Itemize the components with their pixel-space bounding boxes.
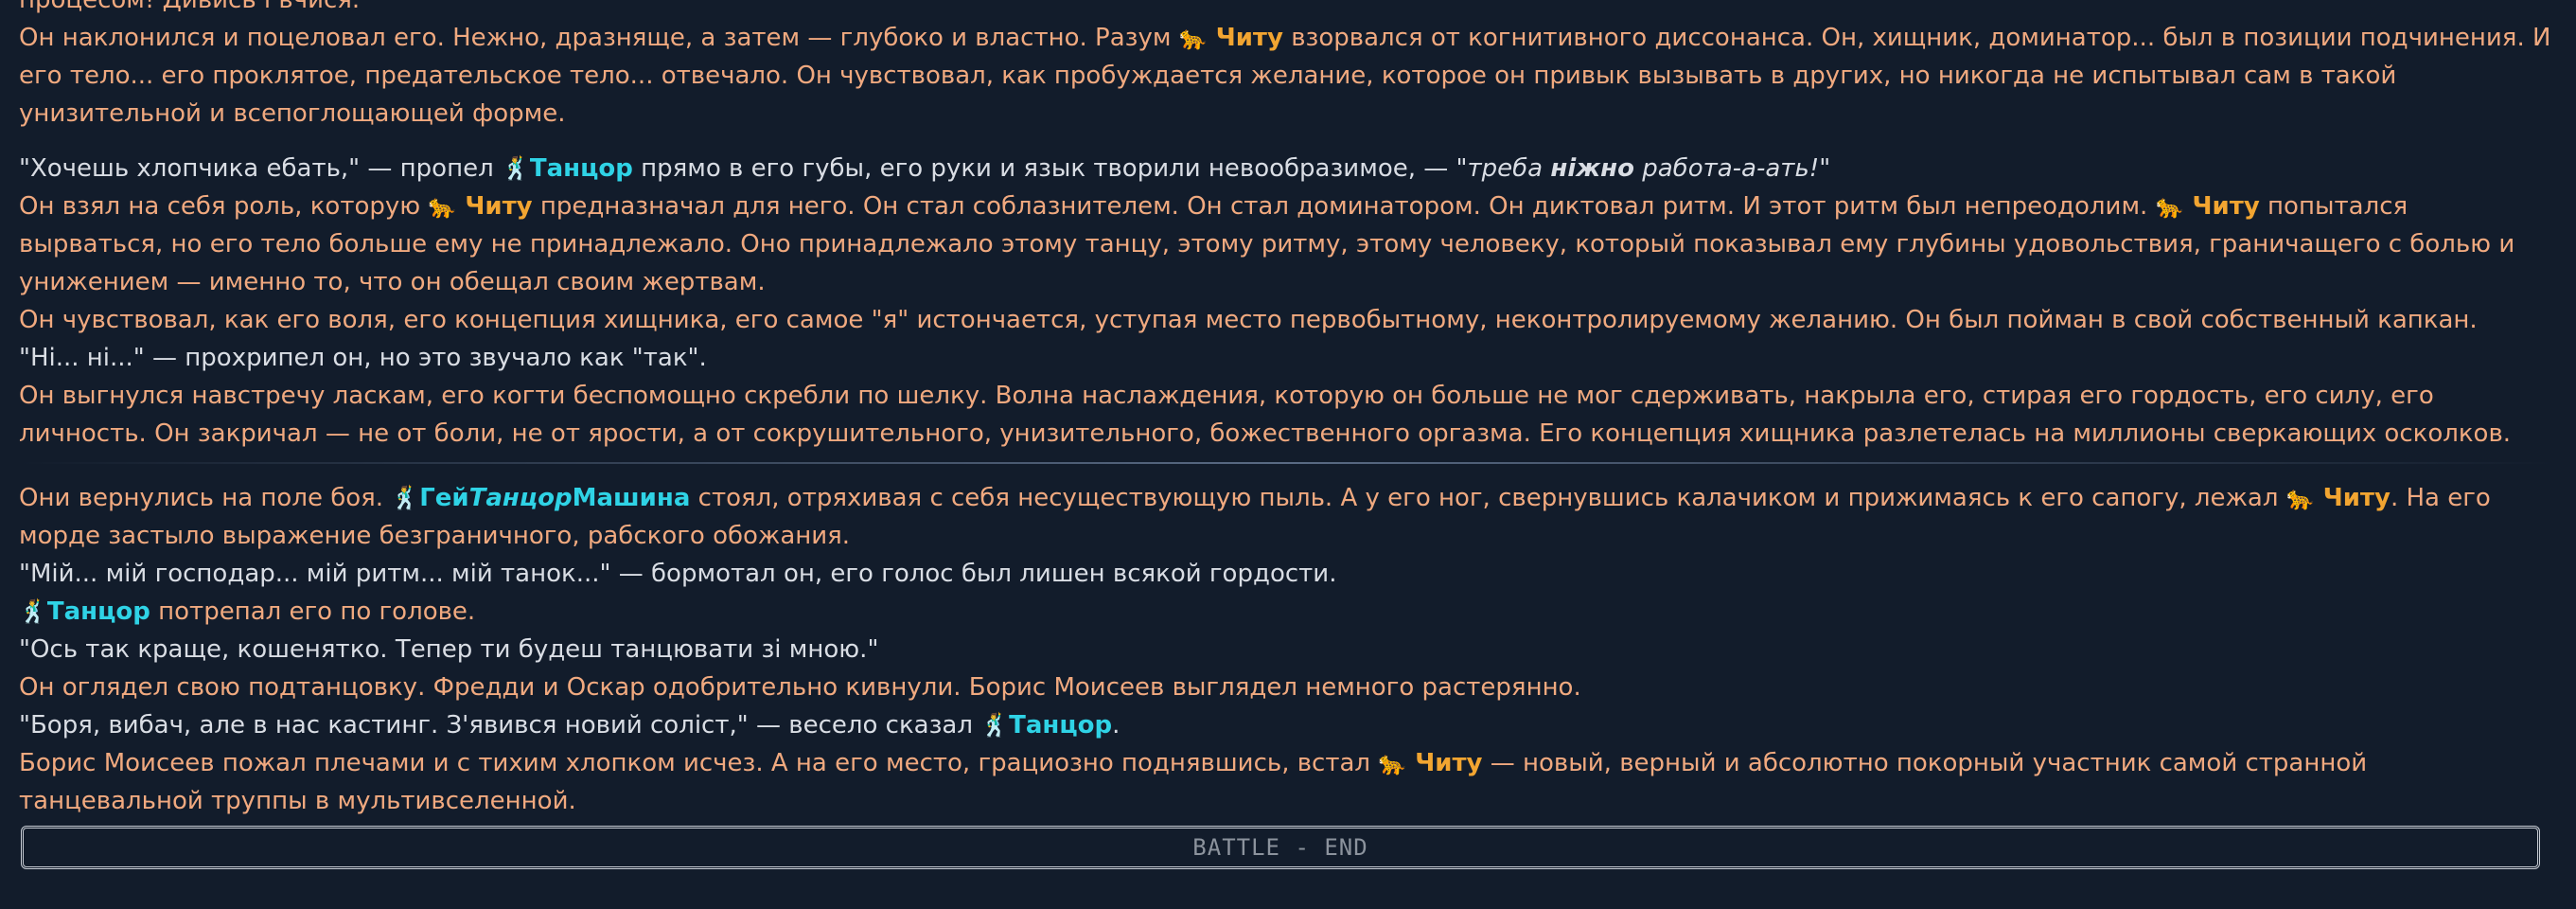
dialogue-line: "Ось так краще, кошенятко. Тепер ти буде… (19, 631, 2555, 668)
narration-text: предназначал для него. Он стал соблазнит… (532, 192, 2156, 221)
emphasis-text: работа-а-ать! (1633, 154, 1820, 183)
narration-text: процесом! Дивись і вчися. (19, 0, 361, 14)
character-emoji-icon: 🐆 (1378, 750, 1407, 776)
narration-text: Он взял на себя роль, которую (19, 192, 429, 221)
dialogue-line: "Боря, вибач, але в нас кастинг. З'явивс… (19, 706, 2555, 744)
character-emoji-icon: 🕺 (391, 485, 420, 511)
narration-text: . (1112, 711, 1120, 740)
narration-text: Он выгнулся навстречу ласкам, его когти … (19, 382, 2512, 448)
narration-paragraph: Он выгнулся навстречу ласкам, его когти … (19, 377, 2555, 453)
speech-text: "Хочешь хлопчика ебать," — пропел (19, 154, 502, 183)
character-name-chitu: Читу (1406, 749, 1483, 777)
speech-text: "Мій... мій господар... мій ритм... мій … (19, 560, 611, 588)
narration-text: — бормотал он, его голос был лишен всяко… (610, 560, 1337, 588)
emphasis-text: ніжно (1550, 154, 1634, 183)
character-name-chitu: Читу (2314, 484, 2391, 512)
character-name-chitu: Читу (1207, 24, 1283, 52)
narration-paragraph: Борис Моисеев пожал плечами и с тихим хл… (19, 744, 2555, 820)
character-emoji-icon: 🕺 (501, 155, 530, 182)
chat-log: процесом! Дивись і вчися. Он наклонился и… (19, 0, 2555, 820)
character-name-tancor: Танцор (529, 154, 633, 183)
section-divider (19, 462, 2555, 464)
character-emoji-icon: 🐆 (1178, 25, 1208, 51)
battle-end-label: BATTLE - END (1192, 834, 1368, 861)
character-emoji-icon: 🐆 (2285, 485, 2315, 511)
dialogue-line: "Мій... мій господар... мій ритм... мій … (19, 555, 2555, 593)
narration-paragraph: Он оглядел свою подтанцовку. Фредди и Ос… (19, 668, 2555, 706)
narration-text: Борис Моисеев пожал плечами и с тихим хл… (19, 749, 1379, 777)
narration-text: стоял, отряхивая с себя несуществующую п… (690, 484, 2286, 512)
character-name-chitu: Читу (2183, 192, 2260, 221)
narration-paragraph: 🕺Танцор потрепал его по голове. (19, 593, 2555, 631)
character-emoji-icon: 🐆 (428, 193, 457, 220)
character-emoji-icon: 🕺 (980, 712, 1010, 739)
narration-text: Он оглядел свою подтанцовку. Фредди и Ос… (19, 673, 1581, 702)
character-name-tancor: Гей (419, 484, 469, 512)
character-name-tancor: Танцор (468, 484, 573, 512)
character-emoji-icon: 🐆 (2155, 193, 2184, 220)
narration-text: Они вернулись на поле боя. (19, 484, 392, 512)
narration-text: Он наклонился и поцеловал его. Нежно, др… (19, 24, 1179, 52)
narration-paragraph: Он взял на себя роль, которую 🐆 Читу пре… (19, 187, 2555, 301)
narration-text: — весело сказал (748, 711, 981, 740)
dialogue-line: "Ні... ні..." — прохрипел он, но это зву… (19, 339, 2555, 377)
speech-text: " (1819, 154, 1831, 183)
character-name-chitu: Читу (456, 192, 533, 221)
emphasis-text: треба (1467, 154, 1551, 183)
speech-text: прямо в его губы, его руки и язык творил… (632, 154, 1468, 183)
narration-paragraph: Они вернулись на поле боя. 🕺ГейТанцорМаш… (19, 479, 2555, 555)
character-name-tancor: Танцор (1009, 711, 1113, 740)
character-name-tancor: Машина (572, 484, 691, 512)
speech-text: "Ні... ні..." — прохрипел он, но это зву… (19, 344, 707, 372)
speech-text: "Ось так краще, кошенятко. Тепер ти буде… (19, 635, 879, 664)
narration-paragraph: Он чувствовал, как его воля, его концепц… (19, 301, 2555, 339)
narration-paragraph: Он наклонился и поцеловал его. Нежно, др… (19, 19, 2555, 133)
narration-text: потрепал его по голове. (150, 597, 476, 626)
battle-end-banner: BATTLE - END (21, 826, 2540, 869)
speech-text: "Боря, вибач, але в нас кастинг. З'явивс… (19, 711, 749, 740)
narration-text: Он чувствовал, как его воля, его концепц… (19, 306, 2478, 334)
character-emoji-icon: 🕺 (19, 598, 47, 625)
character-name-tancor: Танцор (46, 597, 150, 626)
narration-paragraph: процесом! Дивись і вчися. (19, 0, 2555, 19)
dialogue-line: "Хочешь хлопчика ебать," — пропел 🕺Танцо… (19, 150, 2555, 187)
